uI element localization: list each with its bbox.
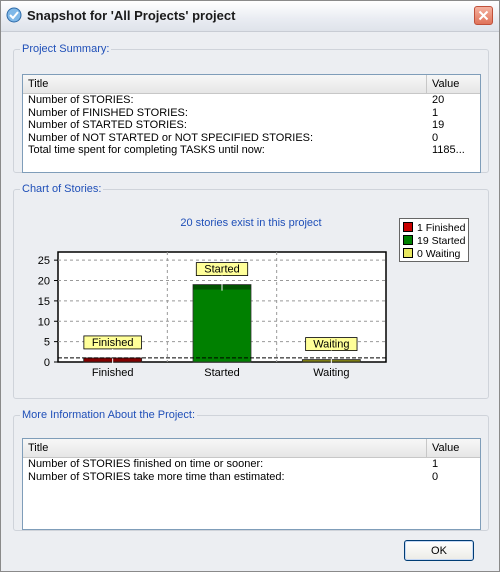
row-value: 1 bbox=[432, 458, 439, 470]
row-title: Total time spent for completing TASKS un… bbox=[28, 144, 265, 156]
app-icon bbox=[6, 7, 22, 23]
bar-started bbox=[192, 284, 252, 363]
row-title: Number of STORIES: bbox=[28, 94, 134, 106]
summary-table[interactable]: Title Value Number of STORIES: 20 Number o… bbox=[22, 74, 481, 173]
column-header-value[interactable]: Value bbox=[427, 75, 480, 93]
more-info-table-header: Title Value bbox=[23, 439, 480, 458]
more-info-table[interactable]: Title Value Number of STORIES finished o… bbox=[22, 438, 481, 530]
column-header-title[interactable]: Title bbox=[23, 75, 427, 93]
row-title: Number of STARTED STORIES: bbox=[28, 119, 187, 131]
table-row[interactable]: Total time spent for completing TASKS un… bbox=[23, 144, 480, 157]
project-summary-group: Project Summary: Title Value Number of S… bbox=[13, 43, 489, 173]
chart-of-stories-legend: Chart of Stories: bbox=[22, 183, 102, 195]
y-tick-label: 10 bbox=[38, 316, 50, 328]
close-icon bbox=[478, 10, 489, 21]
legend-swatch-started bbox=[403, 235, 413, 245]
row-value: 19 bbox=[432, 119, 445, 131]
legend-item-finished: 1 Finished bbox=[403, 222, 465, 234]
table-row[interactable]: Number of STORIES finished on time or so… bbox=[23, 458, 480, 471]
window-title: Snapshot for 'All Projects' project bbox=[27, 8, 236, 23]
x-tick-label: Started bbox=[204, 367, 239, 379]
y-tick-label: 15 bbox=[38, 296, 50, 308]
column-header-title[interactable]: Title bbox=[23, 439, 427, 457]
table-row[interactable]: Number of STORIES take more time than es… bbox=[23, 471, 480, 484]
y-tick-label: 5 bbox=[44, 337, 50, 349]
row-title: Number of FINISHED STORIES: bbox=[28, 106, 188, 119]
row-value: 1185... bbox=[432, 144, 465, 156]
title-bar[interactable]: Snapshot for 'All Projects' project bbox=[1, 1, 499, 32]
summary-table-header: Title Value bbox=[23, 75, 480, 94]
chart-of-stories-group: Chart of Stories: 20 stories exist in th… bbox=[13, 183, 489, 399]
chart-legend: 1 Finished 19 Started 0 Waiting bbox=[399, 218, 469, 262]
y-tick-label: 25 bbox=[38, 255, 50, 267]
project-summary-legend: Project Summary: bbox=[22, 43, 110, 55]
legend-swatch-finished bbox=[403, 222, 413, 232]
more-info-legend: More Information About the Project: bbox=[22, 409, 196, 421]
row-value: 0 bbox=[432, 131, 439, 144]
row-value: 0 bbox=[432, 470, 439, 483]
x-tick-label: Finished bbox=[92, 367, 134, 379]
row-value: 1 bbox=[432, 106, 439, 119]
x-tick-label: Waiting bbox=[313, 367, 349, 379]
bar-label: Waiting bbox=[313, 339, 349, 351]
table-row[interactable]: Number of STORIES: 20 bbox=[23, 94, 480, 107]
legend-item-waiting: 0 Waiting bbox=[403, 248, 460, 260]
y-tick-label: 0 bbox=[44, 357, 50, 369]
more-info-group: More Information About the Project: Titl… bbox=[13, 409, 489, 531]
row-title: Number of STORIES take more time than es… bbox=[28, 470, 285, 483]
ok-button[interactable]: OK bbox=[404, 540, 474, 561]
bar-label: Started bbox=[204, 264, 239, 276]
legend-item-started: 19 Started bbox=[403, 235, 465, 247]
snapshot-dialog: Snapshot for 'All Projects' project Proj… bbox=[0, 0, 500, 572]
close-button[interactable] bbox=[474, 6, 493, 25]
table-row[interactable]: Number of NOT STARTED or NOT SPECIFIED S… bbox=[23, 132, 480, 145]
table-row[interactable]: Number of FINISHED STORIES: 1 bbox=[23, 107, 480, 120]
table-row[interactable]: Number of STARTED STORIES: 19 bbox=[23, 119, 480, 132]
bar-label: Finished bbox=[92, 337, 134, 349]
row-value: 20 bbox=[432, 94, 445, 106]
legend-swatch-waiting bbox=[403, 248, 413, 258]
row-title: Number of STORIES finished on time or so… bbox=[28, 458, 264, 470]
y-tick-label: 20 bbox=[38, 276, 50, 288]
column-header-value[interactable]: Value bbox=[427, 439, 480, 457]
row-title: Number of NOT STARTED or NOT SPECIFIED S… bbox=[28, 131, 314, 144]
